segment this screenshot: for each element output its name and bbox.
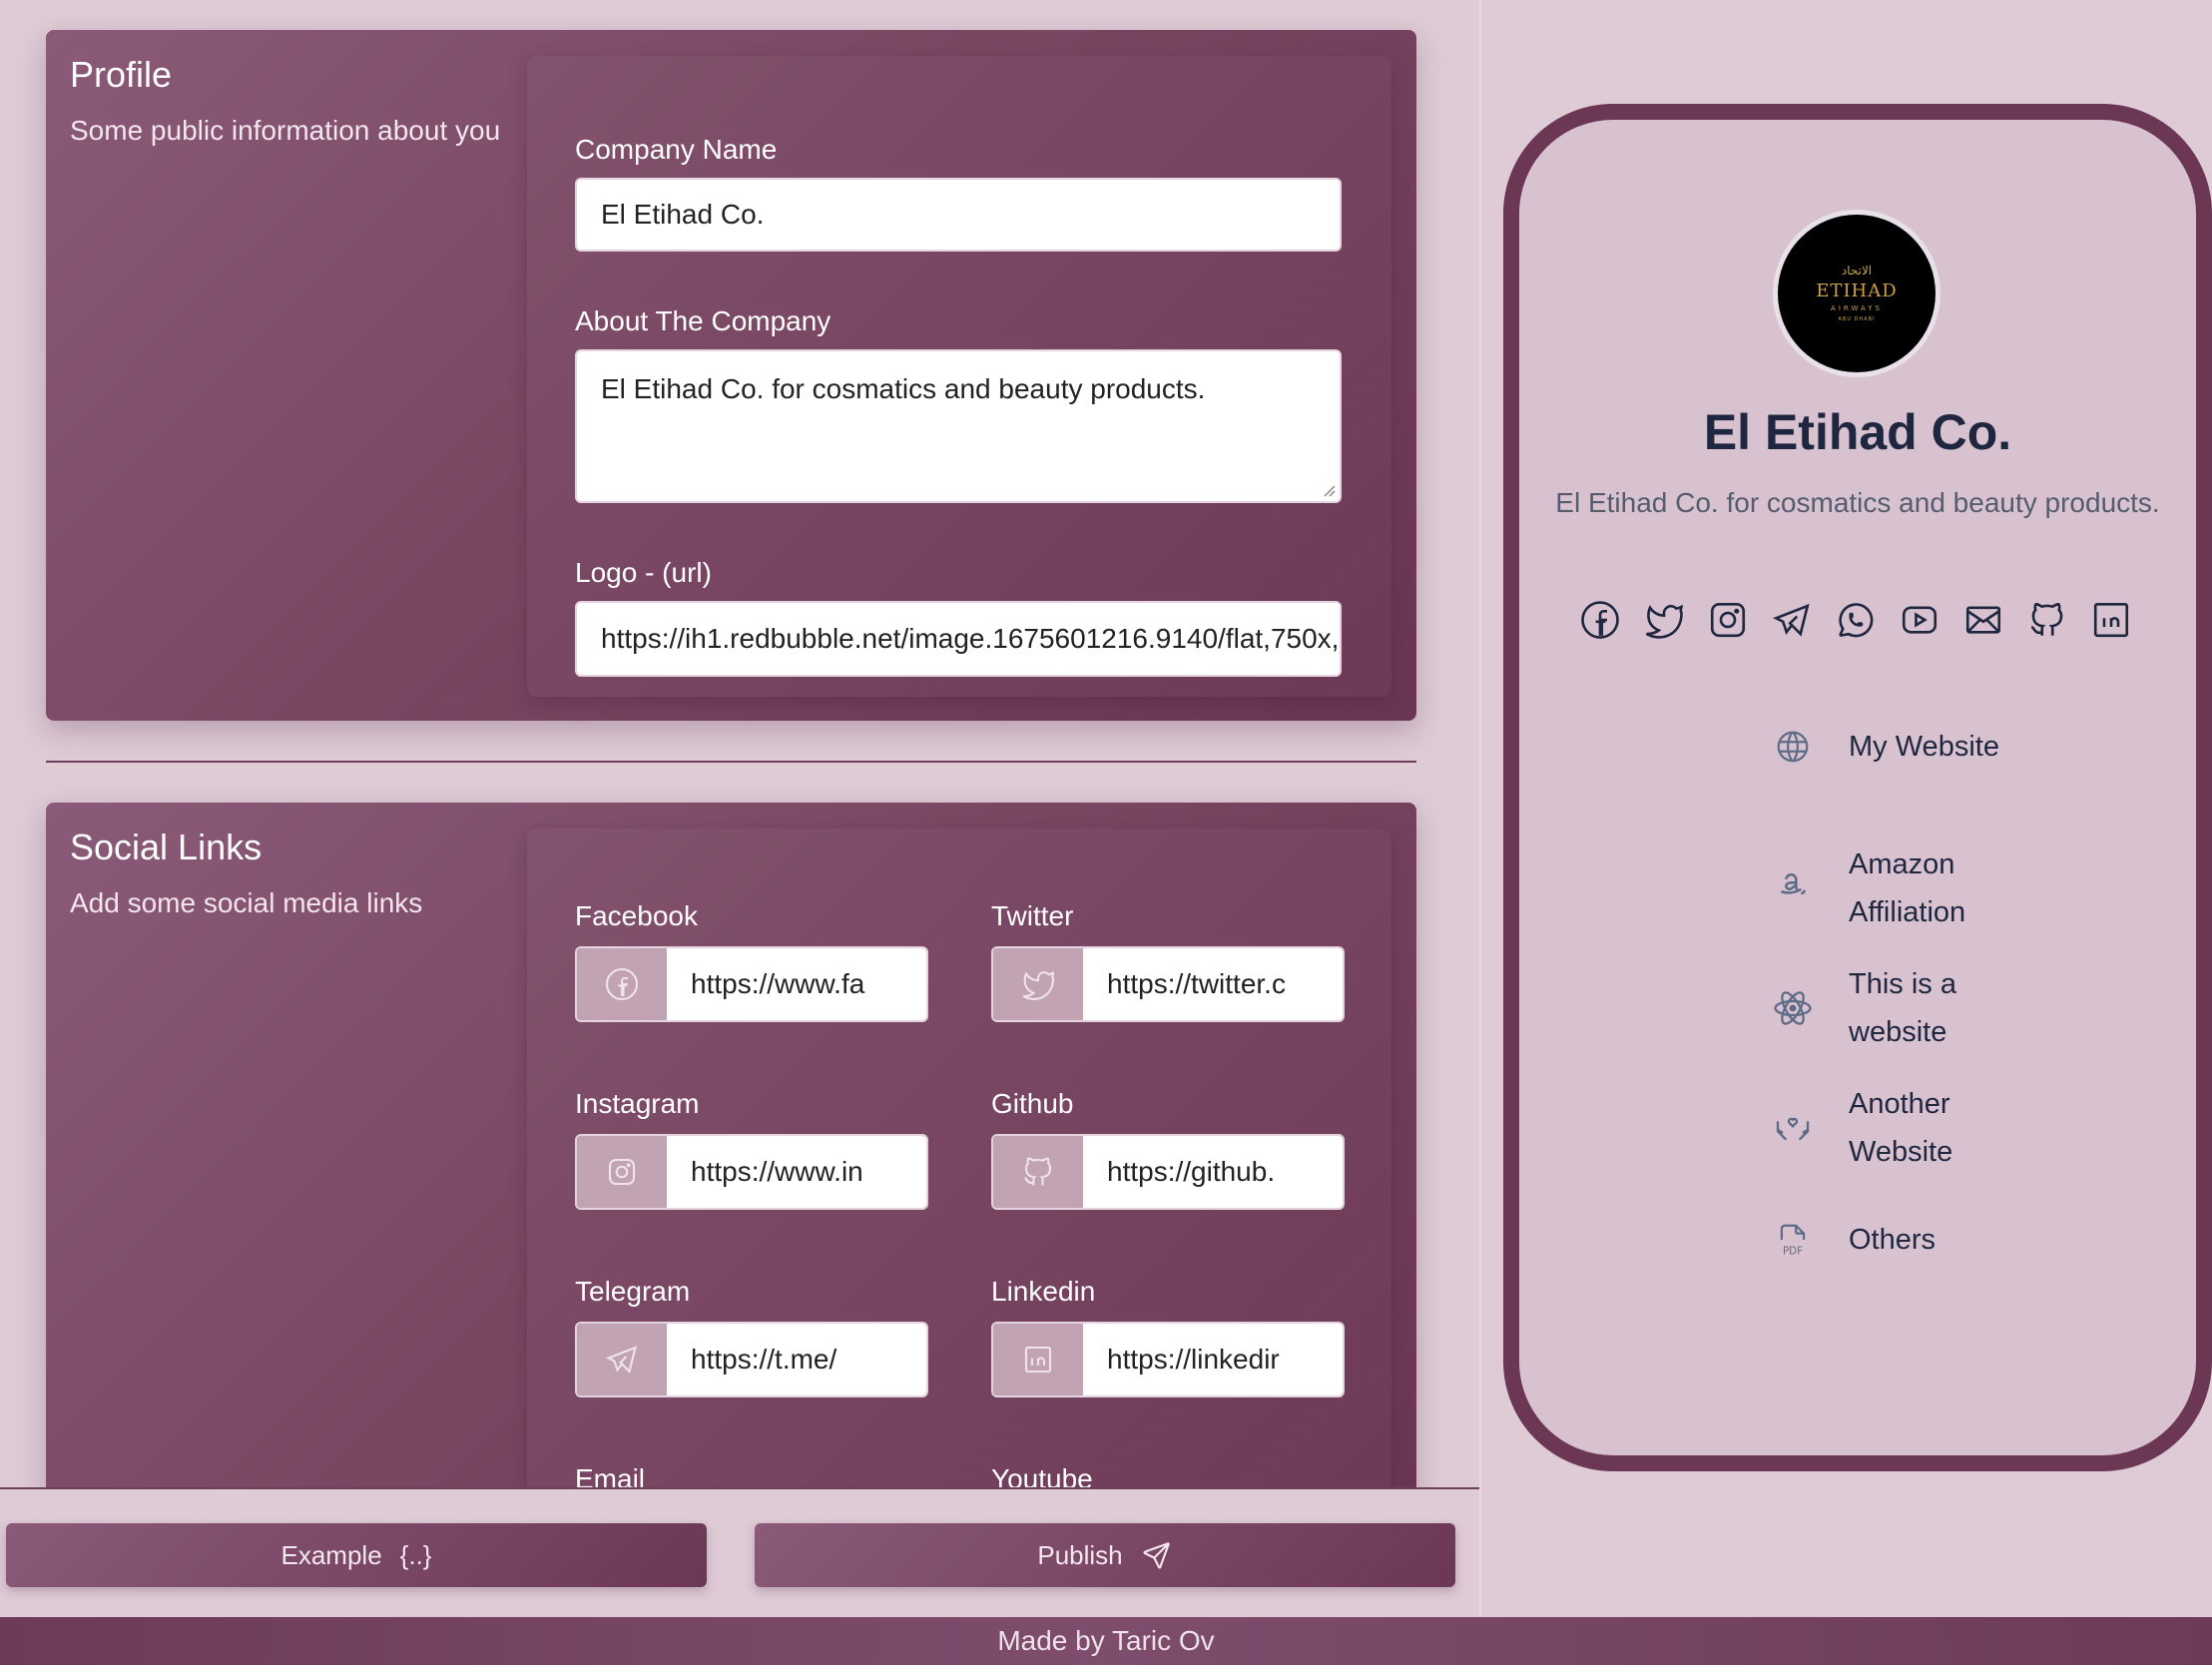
linkedin-icon[interactable] — [2090, 599, 2132, 641]
amazon-icon — [1767, 862, 1819, 914]
profile-title: Profile — [70, 54, 173, 95]
about-company-text: El Etihad Co. for cosmatics and beauty p… — [601, 373, 1206, 404]
instagram-icon — [577, 1136, 667, 1208]
preview-link-label: My Website — [1849, 731, 1999, 763]
preview-link-label: Amazon Affiliation — [1849, 848, 1966, 928]
facebook-label: Facebook — [575, 900, 698, 931]
github-icon[interactable] — [2026, 599, 2068, 641]
preview-link-another-website[interactable]: Another Website — [1767, 1080, 2008, 1176]
social-links-title: Social Links — [70, 827, 263, 867]
company-name-input[interactable]: El Etihad Co. — [575, 178, 1342, 252]
logo-sub-text: AIRWAYS — [1831, 304, 1883, 312]
linkedin-icon — [993, 1324, 1083, 1395]
about-company-textarea[interactable]: El Etihad Co. for cosmatics and beauty p… — [575, 349, 1342, 503]
telegram-input[interactable]: https://t.me/ — [667, 1324, 926, 1395]
about-company-label: About The Company — [575, 305, 831, 336]
github-input-group: https://github. — [991, 1134, 1345, 1210]
company-name-label: Company Name — [575, 134, 778, 165]
social-links-form: Facebook https://www.fa Twitter https://… — [527, 829, 1391, 1487]
telegram-input-group: https://t.me/ — [575, 1322, 928, 1397]
twitter-label: Twitter — [991, 900, 1074, 931]
twitter-input-group: https://twitter.c — [991, 946, 1345, 1022]
svg-text:PDF: PDF — [1783, 1245, 1803, 1257]
facebook-input-group: https://www.fa — [575, 946, 928, 1022]
etihad-logo-image: الاتحاد ETIHAD AIRWAYS ABU DHABI — [1816, 264, 1897, 322]
telegram-icon — [577, 1324, 667, 1395]
company-logo: الاتحاد ETIHAD AIRWAYS ABU DHABI — [1773, 210, 1940, 377]
whatsapp-icon[interactable] — [1835, 599, 1877, 641]
preview-social-icons — [1579, 599, 2132, 641]
preview-link-this-is-a-website[interactable]: This is a website — [1767, 960, 2008, 1056]
social-links-subtitle: Add some social media links — [70, 887, 423, 918]
example-button[interactable]: Example {..} — [6, 1523, 707, 1587]
logo-main-text: ETIHAD — [1816, 280, 1897, 301]
profile-card: Profile Some public information about yo… — [46, 30, 1416, 721]
telegram-icon[interactable] — [1771, 599, 1813, 641]
telegram-label: Telegram — [575, 1276, 691, 1307]
logo-url-label: Logo - (url) — [575, 557, 712, 588]
linkedin-label: Linkedin — [991, 1276, 1096, 1307]
twitter-icon[interactable] — [1643, 599, 1685, 641]
editor-panel: Profile Some public information about yo… — [0, 0, 1479, 1487]
instagram-input[interactable]: https://www.in — [667, 1136, 926, 1208]
logo-url-input[interactable]: https://ih1.redbubble.net/image.16756012… — [575, 601, 1342, 677]
preview-link-others[interactable]: PDF Others — [1767, 1214, 2008, 1266]
mail-icon[interactable] — [1962, 599, 2004, 641]
youtube-icon[interactable] — [1899, 599, 1940, 641]
send-icon — [1143, 1541, 1170, 1569]
preview-description: El Etihad Co. for cosmatics and beauty p… — [1555, 487, 2160, 518]
email-label: Email — [575, 1463, 646, 1487]
section-divider — [46, 761, 1416, 763]
linkedin-input-group: https://linkedir — [991, 1322, 1345, 1397]
logo-arabic-text: الاتحاد — [1842, 264, 1872, 278]
instagram-icon[interactable] — [1707, 599, 1749, 641]
footer: Made by Taric Ov — [0, 1617, 2212, 1665]
action-bar: Example {..} Publish — [0, 1487, 1479, 1617]
logo-city-text: ABU DHABI — [1838, 316, 1875, 322]
publish-button-label: Publish — [1037, 1539, 1123, 1570]
preview-title: El Etihad Co. — [1703, 404, 2012, 460]
instagram-label: Instagram — [575, 1088, 700, 1119]
preview-link-label: Others — [1849, 1224, 1936, 1256]
globe-icon — [1767, 721, 1819, 773]
braces-icon: {..} — [399, 1539, 432, 1570]
profile-form: Company Name El Etihad Co. About The Com… — [527, 56, 1391, 697]
publish-button[interactable]: Publish — [755, 1523, 1455, 1587]
preview-link-label: Another Website — [1849, 1088, 1953, 1168]
preview-link-amazon[interactable]: Amazon Affiliation — [1767, 840, 2008, 936]
preview-link-my-website[interactable]: My Website — [1767, 721, 2008, 773]
twitter-input[interactable]: https://twitter.c — [1083, 948, 1343, 1020]
facebook-icon — [577, 948, 667, 1020]
youtube-label: Youtube — [991, 1463, 1093, 1487]
instagram-input-group: https://www.in — [575, 1134, 928, 1210]
facebook-icon[interactable] — [1579, 599, 1621, 641]
panel-divider — [1479, 0, 1481, 1617]
github-input[interactable]: https://github. — [1083, 1136, 1343, 1208]
example-button-label: Example — [280, 1539, 382, 1570]
heart-hands-icon — [1767, 1102, 1819, 1154]
resize-handle-icon[interactable] — [1322, 483, 1336, 497]
preview-link-label: This is a website — [1849, 968, 1956, 1048]
github-label: Github — [991, 1088, 1074, 1119]
facebook-input[interactable]: https://www.fa — [667, 948, 926, 1020]
react-icon — [1767, 982, 1819, 1034]
social-links-card: Social Links Add some social media links… — [46, 803, 1416, 1487]
twitter-icon — [993, 948, 1083, 1020]
pdf-icon: PDF — [1767, 1214, 1819, 1266]
profile-subtitle: Some public information about you — [70, 115, 501, 146]
linkedin-input[interactable]: https://linkedir — [1083, 1324, 1343, 1395]
footer-credit[interactable]: Made by Taric Ov — [997, 1625, 1214, 1657]
github-icon — [993, 1136, 1083, 1208]
